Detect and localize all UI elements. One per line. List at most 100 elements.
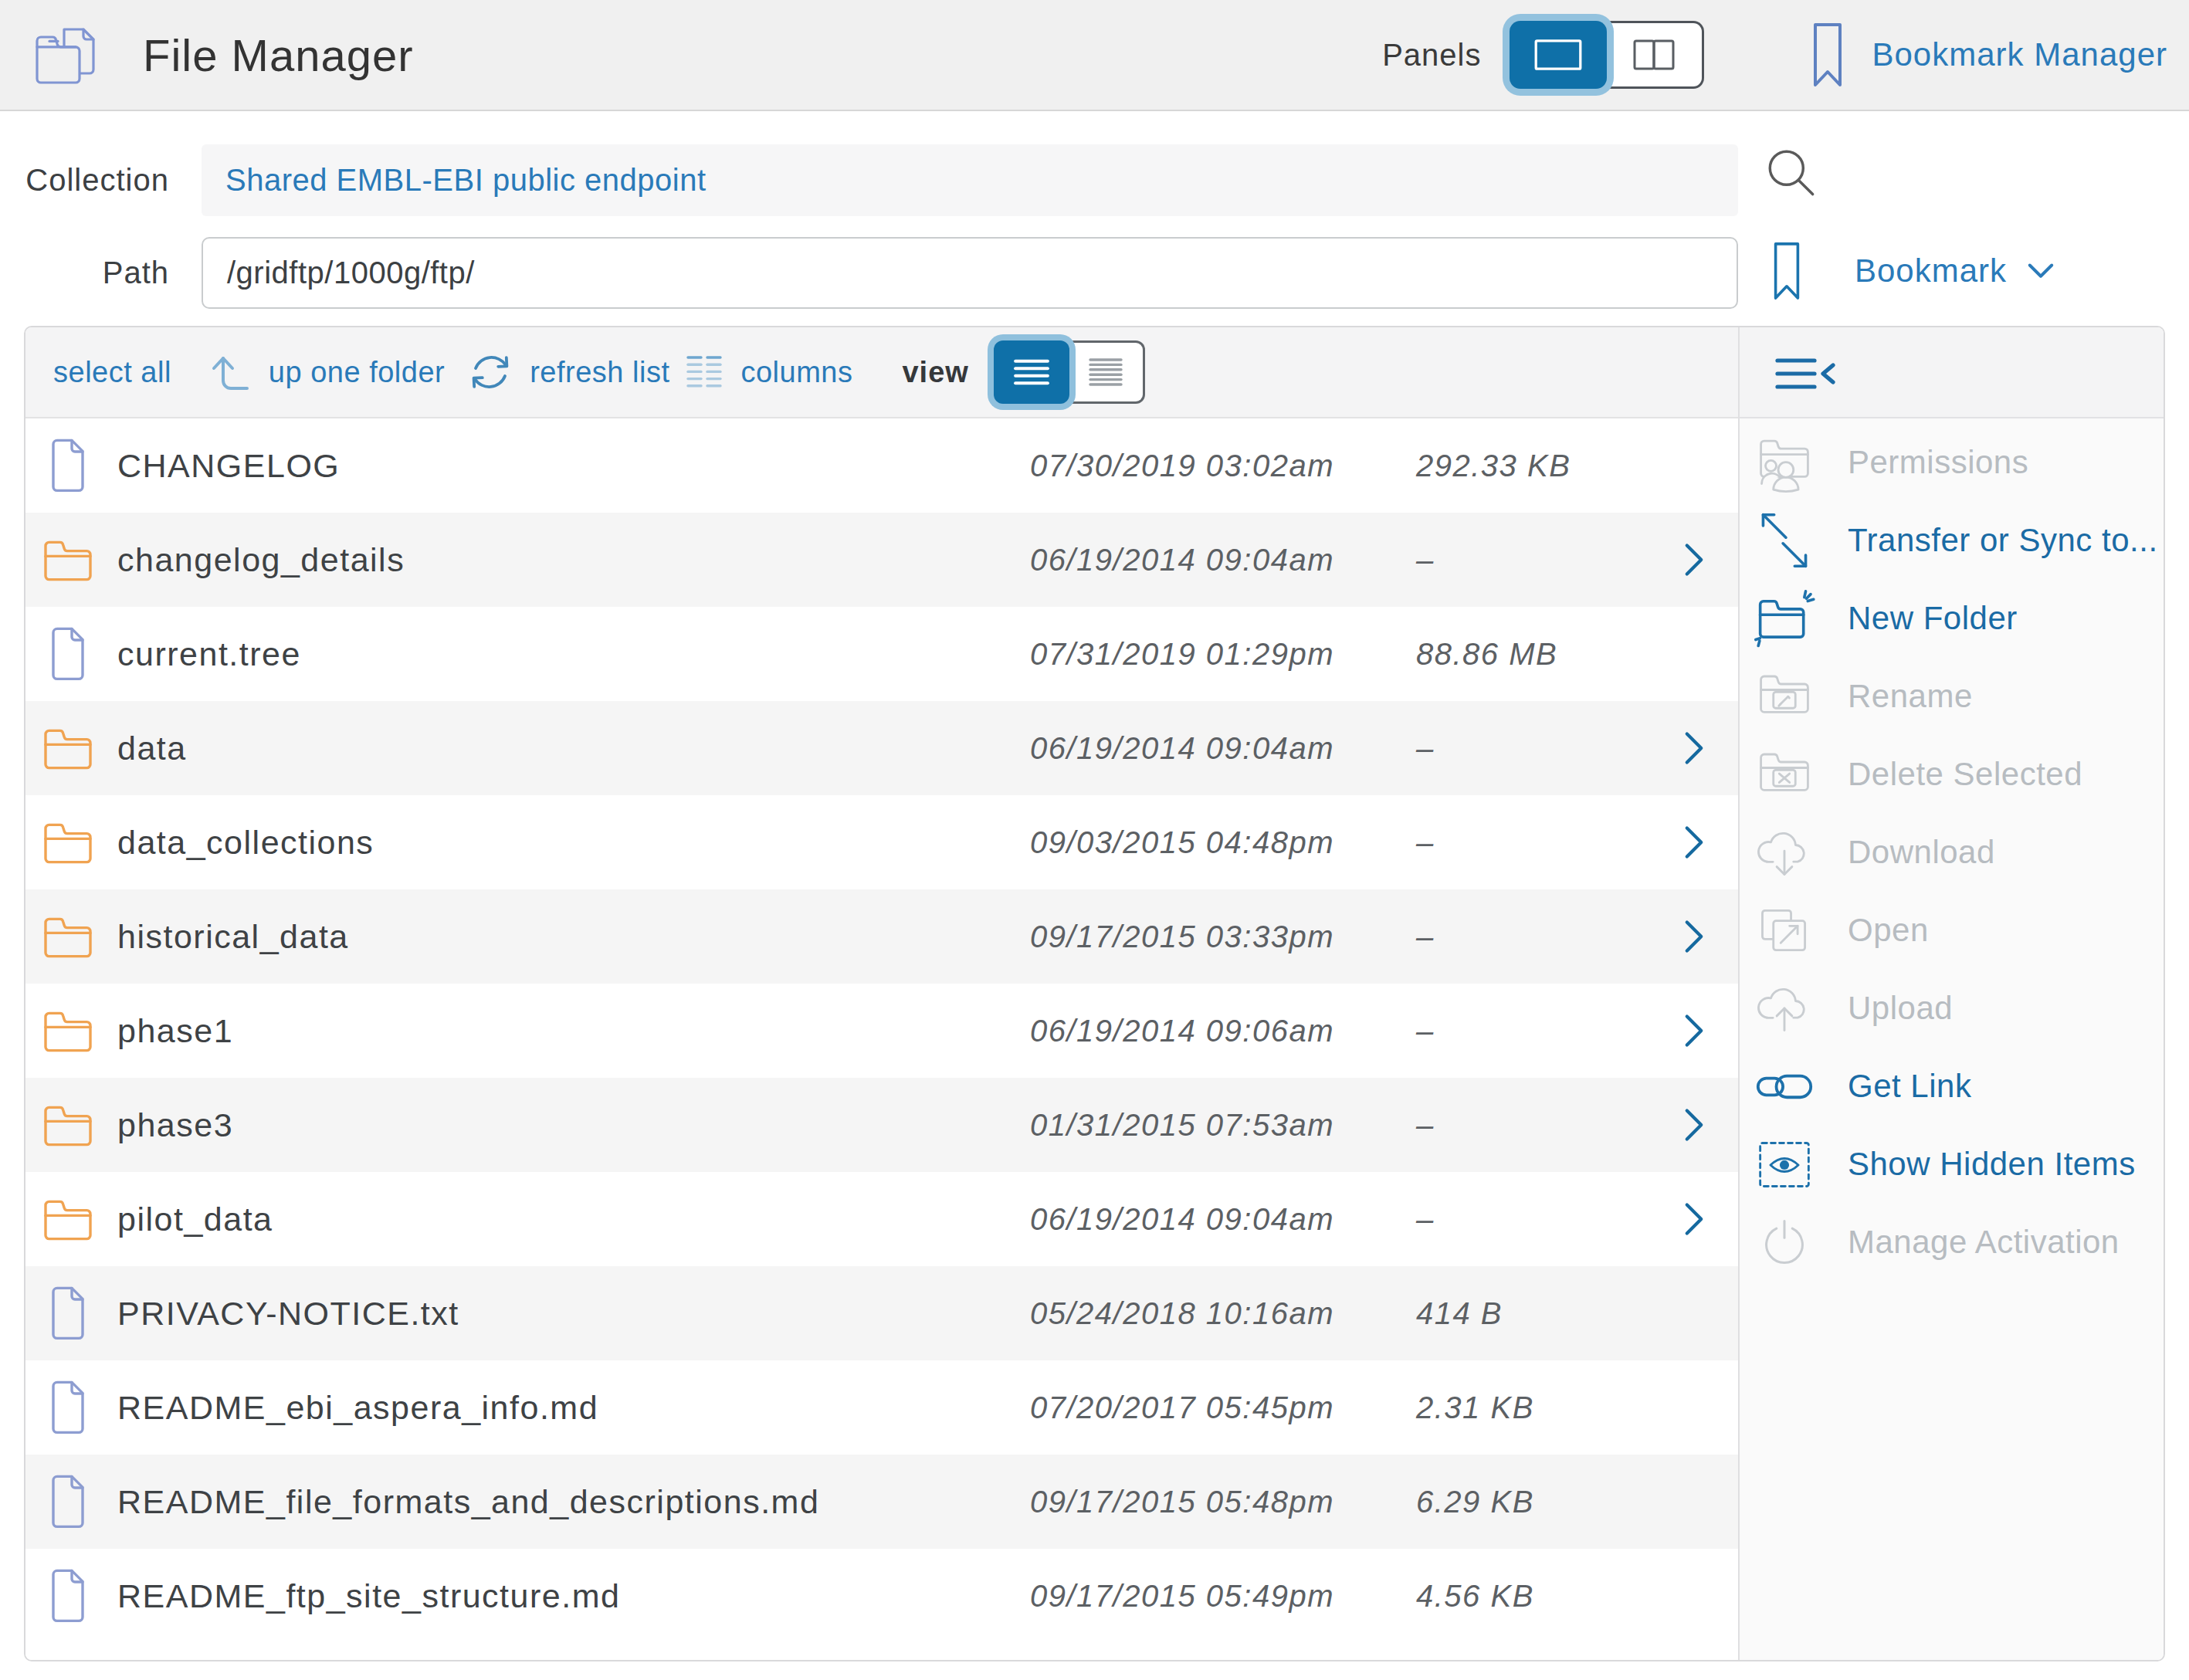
- table-row[interactable]: CHANGELOG 07/30/2019 03:02am 292.33 KB: [25, 418, 1738, 513]
- columns-link[interactable]: columns: [740, 356, 852, 389]
- file-date: 07/31/2019 01:29pm: [1030, 637, 1334, 672]
- single-panel-button[interactable]: [1510, 21, 1607, 89]
- sidebar-item-get-link[interactable]: Get Link: [1740, 1047, 2164, 1125]
- list-view-button[interactable]: [994, 340, 1069, 404]
- file-name: README_file_formats_and_descriptions.md: [117, 1483, 819, 1521]
- table-row[interactable]: README_file_formats_and_descriptions.md …: [25, 1455, 1738, 1549]
- rename-icon: [1755, 667, 1814, 726]
- columns-icon: [685, 351, 723, 393]
- compact-view-button[interactable]: [1069, 340, 1145, 404]
- bookmark-manager-link[interactable]: Bookmark Manager: [1812, 22, 2168, 88]
- chevron-right-icon[interactable]: [1682, 541, 1706, 578]
- table-row[interactable]: current.tree 07/31/2019 01:29pm 88.86 MB: [25, 607, 1738, 701]
- collapse-sidebar-icon: [1774, 356, 1836, 391]
- sidebar-item-transfer-or-sync-to[interactable]: Transfer or Sync to...: [1740, 501, 2164, 579]
- power-icon: [1755, 1213, 1814, 1272]
- sidebar-item-label: Permissions: [1848, 444, 2028, 481]
- table-row[interactable]: pilot_data 06/19/2014 09:04am –: [25, 1172, 1738, 1266]
- file-size: 6.29 KB: [1416, 1485, 1534, 1519]
- folder-icon: [39, 984, 97, 1078]
- folder-icon: [39, 701, 97, 795]
- dual-panel-icon: [1631, 38, 1677, 72]
- chevron-right-icon[interactable]: [1682, 918, 1706, 955]
- file-icon: [39, 1549, 97, 1643]
- folder-icon: [39, 795, 97, 889]
- bookmark-button-label: Bookmark: [1855, 252, 2007, 290]
- file-name: README_ftp_site_structure.md: [117, 1577, 620, 1615]
- table-row[interactable]: historical_data 09/17/2015 03:33pm –: [25, 889, 1738, 984]
- file-icon: [39, 1266, 97, 1360]
- file-name: pilot_data: [117, 1201, 273, 1238]
- endpoint-form: Collection Shared EMBL-EBI public endpoi…: [0, 113, 2189, 326]
- file-date: 05/24/2018 10:16am: [1030, 1296, 1334, 1331]
- search-icon: [1761, 144, 1825, 208]
- file-date: 07/30/2019 03:02am: [1030, 449, 1334, 483]
- file-name: data: [117, 730, 187, 767]
- up-one-folder-link[interactable]: up one folder: [269, 356, 445, 389]
- table-row[interactable]: data_collections 09/03/2015 04:48pm –: [25, 795, 1738, 889]
- file-date: 09/17/2015 05:49pm: [1030, 1579, 1334, 1614]
- bookmark-button[interactable]: Bookmark: [1773, 232, 2055, 310]
- file-manager-icon: [32, 19, 107, 90]
- chevron-right-icon[interactable]: [1682, 1201, 1706, 1238]
- bookmark-icon: [1812, 22, 1843, 88]
- file-icon: [39, 1360, 97, 1455]
- sidebar-header: [1740, 327, 2164, 418]
- table-row[interactable]: phase1 06/19/2014 09:06am –: [25, 984, 1738, 1078]
- sidebar-item-rename: Rename: [1740, 657, 2164, 735]
- sidebar-item-label: Rename: [1848, 678, 1973, 715]
- file-manager-app: File Manager Panels Bookmark Manager Col…: [0, 0, 2189, 1680]
- sidebar-item-permissions: Permissions: [1740, 423, 2164, 501]
- path-value: /gridftp/1000g/ftp/: [227, 256, 475, 290]
- sidebar-item-label: Download: [1848, 834, 1995, 871]
- file-browser-panel: select all up one folder refresh list co…: [24, 326, 2165, 1661]
- file-size: –: [1416, 1202, 1435, 1237]
- view-label: view: [902, 356, 968, 389]
- collection-label: Collection: [0, 144, 169, 216]
- chevron-down-icon: [2027, 262, 2055, 280]
- single-panel-icon: [1533, 36, 1584, 73]
- panels-label: Panels: [1382, 38, 1481, 73]
- sidebar-item-new-folder[interactable]: New Folder: [1740, 579, 2164, 657]
- path-input[interactable]: /gridftp/1000g/ftp/: [202, 237, 1738, 309]
- file-size: 414 B: [1416, 1296, 1503, 1331]
- chevron-right-icon[interactable]: [1682, 1106, 1706, 1143]
- table-row[interactable]: README_ftp_site_structure.md 09/17/2015 …: [25, 1549, 1738, 1643]
- new-folder-icon: [1755, 589, 1814, 648]
- collection-row: Collection Shared EMBL-EBI public endpoi…: [0, 144, 2189, 216]
- sidebar-item-manage-activation: Manage Activation: [1740, 1203, 2164, 1281]
- transfer-icon: [1755, 511, 1814, 570]
- sidebar-item-download: Download: [1740, 813, 2164, 891]
- file-name: phase3: [117, 1106, 233, 1144]
- link-icon: [1755, 1057, 1814, 1116]
- page-title: File Manager: [143, 29, 413, 81]
- table-row[interactable]: data 06/19/2014 09:04am –: [25, 701, 1738, 795]
- delete-icon: [1755, 745, 1814, 804]
- sidebar-item-show-hidden-items[interactable]: Show Hidden Items: [1740, 1125, 2164, 1203]
- panels-toggle: [1510, 21, 1704, 89]
- file-name: PRIVACY-NOTICE.txt: [117, 1295, 459, 1333]
- file-size: –: [1416, 1108, 1435, 1143]
- table-row[interactable]: phase3 01/31/2015 07:53am –: [25, 1078, 1738, 1172]
- sidebar-item-label: Open: [1848, 912, 1929, 949]
- collapse-sidebar-button[interactable]: [1774, 356, 1836, 391]
- table-row[interactable]: README_ebi_aspera_info.md 07/20/2017 05:…: [25, 1360, 1738, 1455]
- file-date: 06/19/2014 09:04am: [1030, 731, 1334, 766]
- chevron-right-icon[interactable]: [1682, 730, 1706, 767]
- refresh-list-link[interactable]: refresh list: [530, 356, 669, 389]
- collection-input[interactable]: Shared EMBL-EBI public endpoint: [202, 144, 1738, 216]
- dual-panel-button[interactable]: [1607, 21, 1704, 89]
- table-row[interactable]: changelog_details 06/19/2014 09:04am –: [25, 513, 1738, 607]
- sidebar-item-label: Get Link: [1848, 1068, 1971, 1105]
- chevron-right-icon[interactable]: [1682, 1012, 1706, 1049]
- bookmark-icon: [1773, 240, 1801, 302]
- view-toggle: [994, 340, 1145, 404]
- chevron-right-icon[interactable]: [1682, 824, 1706, 861]
- table-row[interactable]: PRIVACY-NOTICE.txt 05/24/2018 10:16am 41…: [25, 1266, 1738, 1360]
- file-browser: select all up one folder refresh list co…: [25, 327, 1738, 1660]
- bookmark-manager-label: Bookmark Manager: [1872, 36, 2168, 73]
- file-date: 06/19/2014 09:04am: [1030, 1202, 1334, 1237]
- select-all-link[interactable]: select all: [53, 356, 171, 389]
- search-button[interactable]: [1757, 141, 1828, 212]
- refresh-icon: [468, 351, 513, 394]
